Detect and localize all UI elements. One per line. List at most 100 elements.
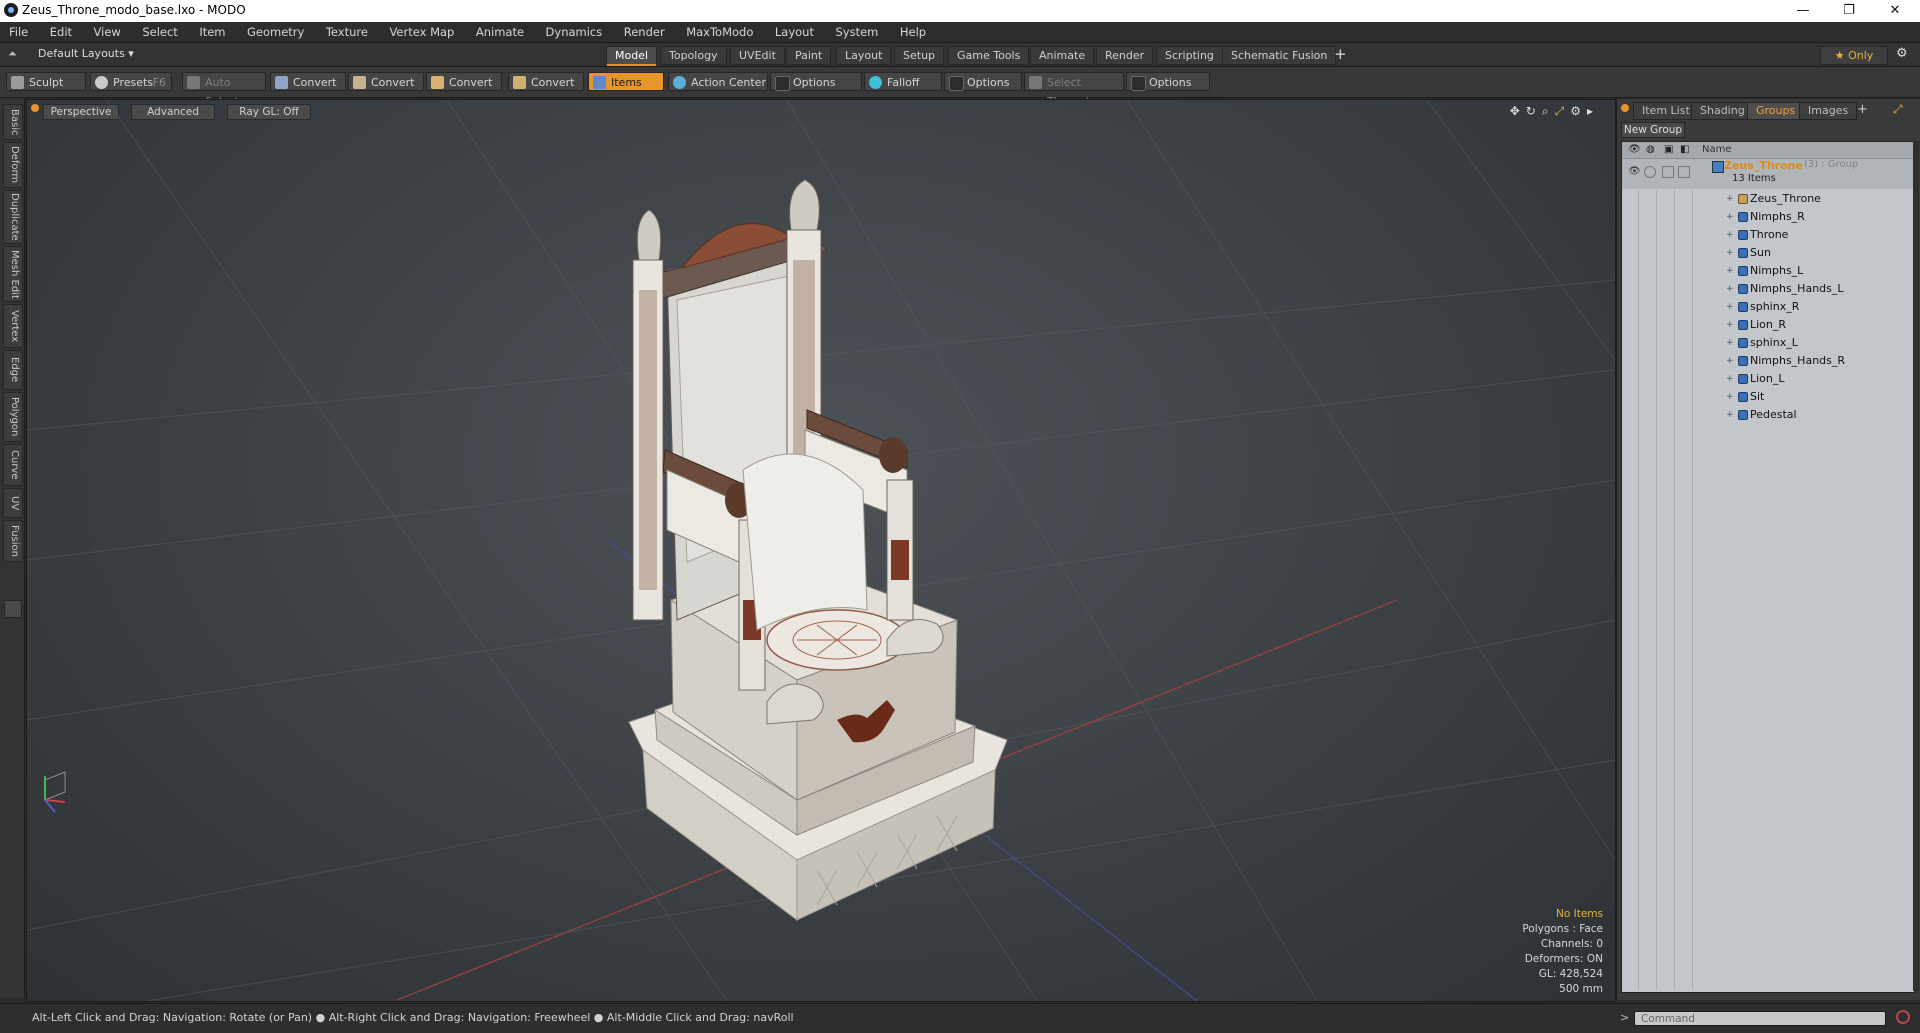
minimize-button[interactable]: — (1780, 0, 1826, 22)
tree-item-nimphs-hands-l[interactable]: + Nimphs_Hands_L (1622, 280, 1914, 298)
layout-selector[interactable]: Default Layouts ▾ (38, 47, 134, 60)
only-toggle[interactable]: ★ Only (1820, 46, 1888, 65)
menu-geometry[interactable]: Geometry (238, 22, 313, 42)
tree-item-nimphs-r[interactable]: + Nimphs_R (1622, 208, 1914, 226)
collapse-icon[interactable]: ⏶ (8, 47, 17, 61)
checkbox-icon (949, 76, 964, 91)
tree-item-nimphs-hands-r[interactable]: + Nimphs_Hands_R (1622, 352, 1914, 370)
convert-edge-button[interactable]: Convert (348, 72, 424, 91)
tab-uv[interactable]: UV (3, 488, 23, 518)
options-button[interactable]: Options (770, 72, 862, 91)
menu-edit[interactable]: Edit (41, 22, 81, 42)
select-toggle-icon[interactable] (1678, 166, 1690, 178)
menu-file[interactable]: File (0, 22, 37, 42)
sculpt-button[interactable]: Sculpt (6, 72, 86, 91)
tab-model[interactable]: Model (606, 46, 658, 66)
tab-render[interactable]: Render (1096, 46, 1154, 65)
menu-maxtomodo[interactable]: MaxToModo (677, 22, 762, 42)
tab-groups[interactable]: Groups (1747, 102, 1805, 120)
tree-item-sphinx-r[interactable]: + sphinx_R (1622, 298, 1914, 316)
add-panel-tab-button[interactable]: + (1857, 102, 1868, 117)
options-label: Options (793, 76, 836, 89)
tree-item-zeus-throne[interactable]: + Zeus_Throne (1622, 190, 1914, 208)
options-button[interactable]: Options (944, 72, 1022, 91)
tab-deform[interactable]: Deform (3, 142, 23, 188)
menu-help[interactable]: Help (891, 22, 935, 42)
menu-texture[interactable]: Texture (317, 22, 377, 42)
record-macro-icon[interactable] (1896, 1010, 1910, 1024)
3d-viewport[interactable]: Perspective Advanced Ray GL: Off ✥↻⌕⤢⚙▸ (26, 99, 1616, 1002)
group-type: (3) : Group (1804, 159, 1859, 170)
tab-images[interactable]: Images (1799, 102, 1858, 120)
action-center-button[interactable]: Action Center (668, 72, 768, 91)
tab-layout[interactable]: Layout (836, 46, 892, 65)
tab-duplicate[interactable]: Duplicate (3, 190, 23, 244)
tab-polygon[interactable]: Polygon (3, 392, 23, 442)
menu-vertex-map[interactable]: Vertex Map (380, 22, 463, 42)
visibility-eye-icon[interactable]: 👁 (1628, 166, 1641, 177)
item-label: Pedestal (1750, 408, 1797, 421)
tab-edge[interactable]: Edge (3, 350, 23, 390)
menu-dynamics[interactable]: Dynamics (537, 22, 612, 42)
hud-polygons: Polygons : Face (1522, 923, 1603, 935)
render-toggle-icon[interactable] (1644, 166, 1656, 178)
lock-toggle-icon[interactable] (1662, 166, 1674, 178)
gear-icon[interactable]: ⚙ (1896, 46, 1908, 61)
menu-animate[interactable]: Animate (467, 22, 533, 42)
falloff-button[interactable]: Falloff (864, 72, 942, 91)
tree-item-nimphs-l[interactable]: + Nimphs_L (1622, 262, 1914, 280)
convert-vertex-button[interactable]: Convert (270, 72, 346, 91)
tree-scrollbar[interactable] (1913, 141, 1919, 991)
auto-select-button[interactable]: Auto Select (182, 72, 266, 108)
nymphs-left-statue (636, 209, 662, 261)
name-column-header[interactable]: Name (1702, 144, 1732, 155)
tab-schematic-fusion[interactable]: Schematic Fusion (1222, 46, 1337, 65)
tree-item-lion-r[interactable]: + Lion_R (1622, 316, 1914, 334)
tab-scripting[interactable]: Scripting (1156, 46, 1223, 65)
maximize-button[interactable]: ❐ (1826, 0, 1872, 22)
tab-paint[interactable]: Paint (786, 46, 832, 65)
group-tree: 👁 ◍ ▣ ◧ Name 👁 Zeus_Throne (3) : Group 1… (1621, 141, 1915, 993)
menu-view[interactable]: View (85, 22, 130, 42)
tree-item-throne[interactable]: + Throne (1622, 226, 1914, 244)
mesh-icon (1738, 356, 1748, 366)
tree-item-pedestal[interactable]: + Pedestal (1622, 406, 1914, 424)
panel-expand-icon[interactable]: ⤢ (1893, 102, 1903, 117)
tab-settings-icon[interactable] (4, 600, 22, 618)
group-item-count: 13 Items (1732, 173, 1776, 184)
tree-item-sun[interactable]: + Sun (1622, 244, 1914, 262)
options-button[interactable]: Options (1126, 72, 1210, 91)
convert-polygon-button[interactable]: Convert (426, 72, 502, 91)
new-group-button[interactable]: New Group (1621, 122, 1685, 138)
presets-label: Presets (113, 76, 154, 89)
tab-curve[interactable]: Curve (3, 444, 23, 486)
select-through-button[interactable]: Select Through (1024, 72, 1124, 108)
items-mode-button[interactable]: Items (588, 72, 664, 91)
close-button[interactable]: ✕ (1872, 0, 1918, 22)
tab-game-tools[interactable]: Game Tools (948, 46, 1030, 65)
presets-button[interactable]: Presets F6 (90, 72, 172, 91)
menu-layout[interactable]: Layout (766, 22, 823, 42)
menu-item[interactable]: Item (190, 22, 234, 42)
menu-render[interactable]: Render (615, 22, 674, 42)
tree-item-sphinx-l[interactable]: + sphinx_L (1622, 334, 1914, 352)
tab-shading[interactable]: Shading (1691, 102, 1754, 120)
tab-item-list[interactable]: Item List (1633, 102, 1699, 120)
group-row-zeus-throne[interactable]: 👁 Zeus_Throne (3) : Group 13 Items (1622, 159, 1914, 189)
tab-topology[interactable]: Topology (660, 46, 727, 65)
tab-setup[interactable]: Setup (894, 46, 945, 65)
tree-item-lion-l[interactable]: + Lion_L (1622, 370, 1914, 388)
menu-system[interactable]: System (826, 22, 887, 42)
panel-menu-icon[interactable] (1621, 104, 1629, 112)
command-input[interactable]: Command (1634, 1011, 1886, 1026)
tab-animate[interactable]: Animate (1030, 46, 1095, 65)
tab-mesh-edit[interactable]: Mesh Edit (3, 246, 23, 302)
tab-fusion[interactable]: Fusion (3, 520, 23, 562)
tab-basic[interactable]: Basic (3, 104, 23, 140)
menu-select[interactable]: Select (133, 22, 186, 42)
convert-item-button[interactable]: Convert (508, 72, 584, 91)
tab-uvedit[interactable]: UVEdit (730, 46, 785, 65)
tab-vertex[interactable]: Vertex (3, 304, 23, 348)
add-tab-button[interactable]: + (1334, 45, 1347, 63)
tree-item-sit[interactable]: + Sit (1622, 388, 1914, 406)
